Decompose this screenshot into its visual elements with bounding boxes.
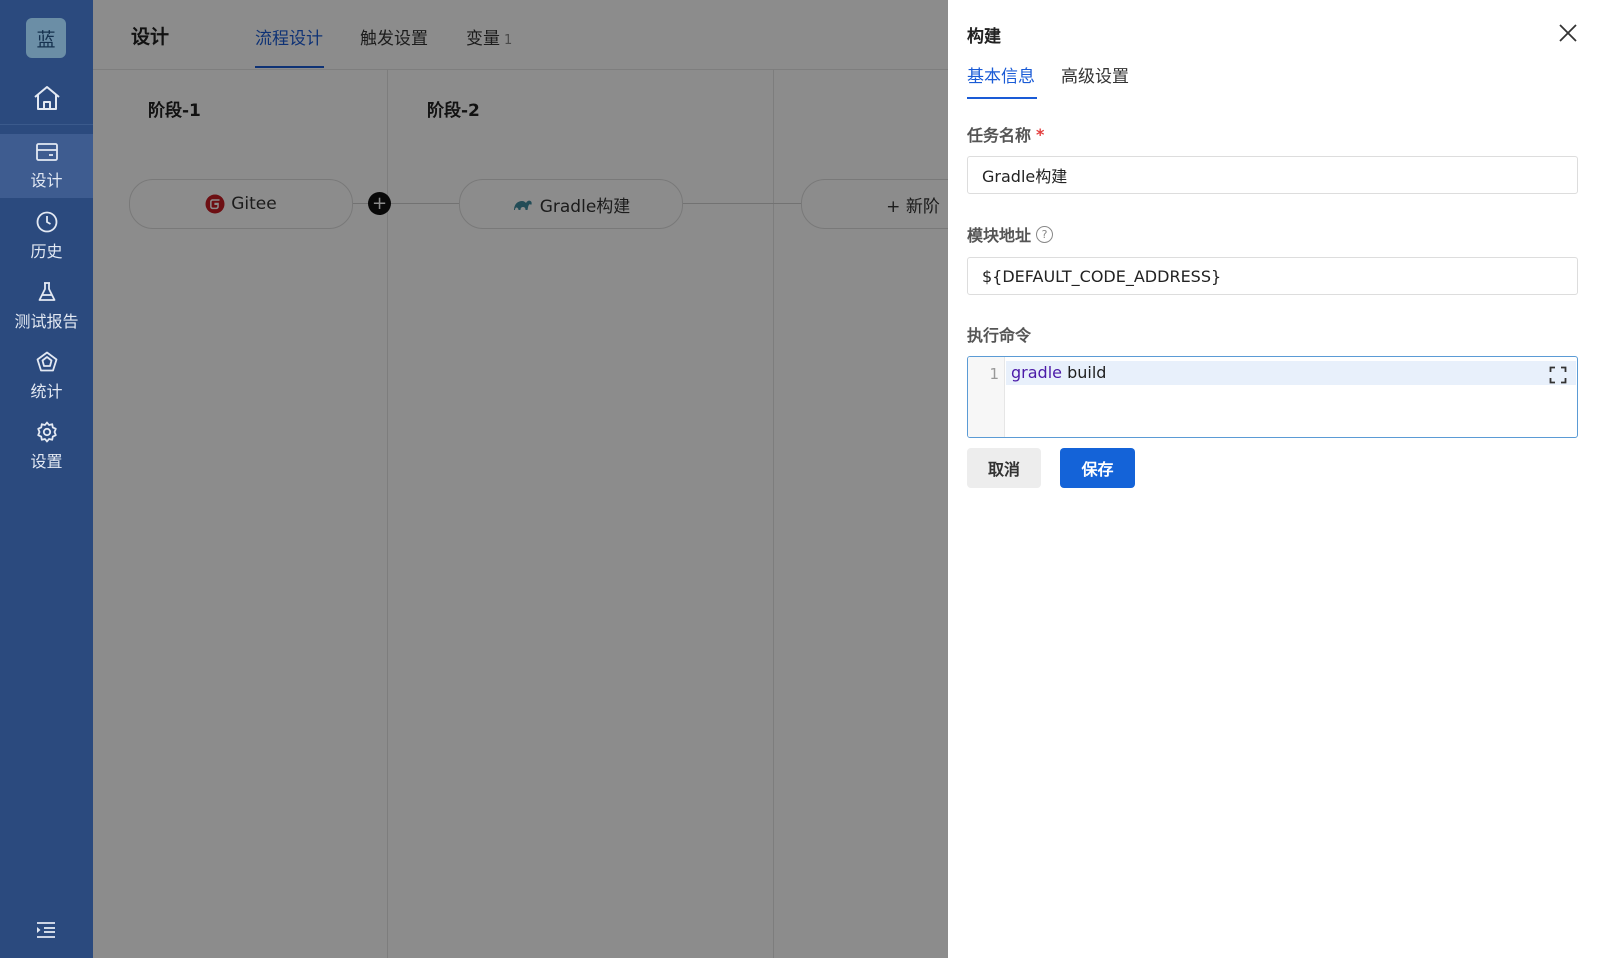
- command-editor[interactable]: 1 gradle build: [967, 356, 1578, 438]
- sidebar: 蓝 设计 历史 测试报告 统计 设置: [0, 0, 93, 958]
- module-address-label-text: 模块地址: [967, 226, 1032, 245]
- line-number: 1: [989, 365, 999, 383]
- sidebar-item-label: 历史: [30, 242, 63, 261]
- line-number-gutter: 1: [968, 357, 1005, 437]
- sidebar-item-history[interactable]: 历史: [0, 204, 93, 268]
- clock-icon: [36, 211, 57, 233]
- task-name-input[interactable]: [967, 156, 1578, 194]
- collapse-sidebar-button[interactable]: [34, 920, 58, 944]
- drawer-title: 构建: [967, 27, 1001, 47]
- required-mark: *: [1036, 124, 1045, 144]
- home-button[interactable]: [0, 72, 93, 125]
- sidebar-item-design[interactable]: 设计: [0, 134, 93, 198]
- module-address-label: 模块地址 ?: [967, 222, 1054, 246]
- sidebar-item-label: 测试报告: [14, 312, 79, 331]
- command-label: 执行命令: [967, 326, 1032, 345]
- sidebar-item-label: 统计: [30, 382, 63, 401]
- task-config-drawer: 构建 基本信息 高级设置 任务名称 * 模块地址 ? 执行命令 1 gradle…: [948, 0, 1598, 958]
- task-name-label: 任务名称 *: [967, 122, 1044, 146]
- fullscreen-icon: [1549, 366, 1567, 384]
- close-icon: [1559, 24, 1577, 42]
- close-drawer-button[interactable]: [1557, 22, 1579, 44]
- pentagon-chart-icon: [36, 351, 57, 372]
- menu-indent-icon: [37, 922, 55, 938]
- cancel-button[interactable]: 取消: [967, 448, 1041, 488]
- drawer-tab-active-indicator: [967, 97, 1037, 99]
- tab-basic-info[interactable]: 基本信息: [967, 62, 1035, 87]
- sidebar-item-label: 设计: [30, 171, 63, 190]
- module-address-input[interactable]: [967, 257, 1578, 295]
- app-logo[interactable]: 蓝: [26, 18, 66, 58]
- tab-advanced-settings[interactable]: 高级设置: [1061, 62, 1129, 87]
- sidebar-item-test-report[interactable]: 测试报告: [0, 274, 93, 338]
- save-button[interactable]: 保存: [1060, 448, 1135, 488]
- task-name-label-text: 任务名称: [967, 126, 1032, 145]
- modal-overlay[interactable]: [93, 0, 1041, 958]
- fullscreen-button[interactable]: [1549, 366, 1567, 384]
- code-text: build: [1061, 363, 1107, 382]
- code-line[interactable]: gradle build: [1006, 361, 1576, 385]
- sidebar-item-statistics[interactable]: 统计: [0, 344, 93, 408]
- code-keyword: gradle: [1011, 363, 1062, 382]
- sidebar-item-label: 设置: [30, 452, 63, 471]
- flask-icon: [38, 282, 55, 301]
- home-icon: [33, 86, 60, 110]
- gear-icon: [36, 421, 57, 443]
- sidebar-item-settings[interactable]: 设置: [0, 414, 93, 478]
- design-icon: [35, 143, 58, 161]
- help-icon[interactable]: ?: [1036, 225, 1054, 243]
